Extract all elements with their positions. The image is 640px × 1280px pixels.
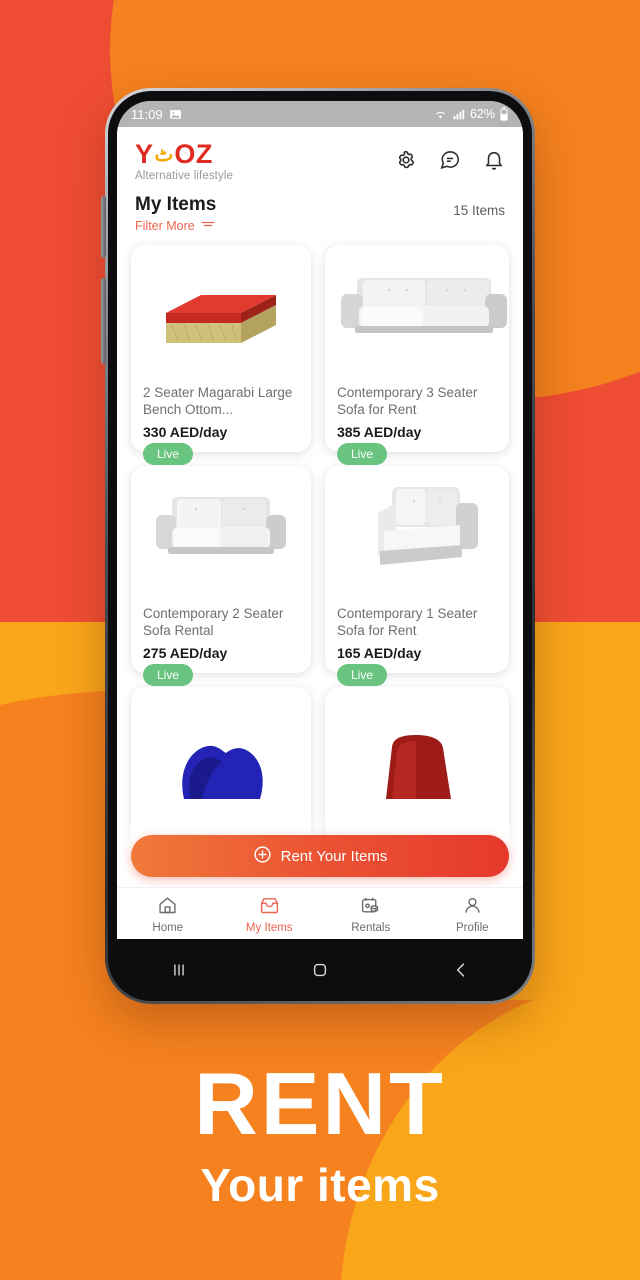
plus-circle-icon xyxy=(253,845,272,868)
items-grid: Live 2 Seater Magarabi Large Bench Ottom… xyxy=(117,237,523,879)
header-actions xyxy=(395,141,505,171)
item-card-body: Contemporary 3 Seater Sofa for Rent 385 … xyxy=(325,358,509,452)
status-badge: Live xyxy=(143,664,194,687)
nav-label-rentals: Rentals xyxy=(351,922,391,934)
inbox-icon xyxy=(259,895,280,919)
item-card[interactable]: Live Contemporary 2 Seater Sofa Rental 2… xyxy=(131,465,311,687)
item-title: Contemporary 2 Seater Sofa Rental xyxy=(143,605,284,639)
nav-item-my-items[interactable]: My Items xyxy=(219,895,321,934)
android-system-nav xyxy=(108,939,532,1001)
wifi-icon xyxy=(433,108,448,121)
rent-your-items-button[interactable]: Rent Your Items xyxy=(131,835,509,877)
item-card-body: Contemporary 1 Seater Sofa for Rent 165 … xyxy=(325,579,509,673)
item-card[interactable]: Live Contemporary 3 Seater Sofa for Rent… xyxy=(325,244,509,465)
calendar-coins-icon xyxy=(360,895,381,919)
item-card-body: 2 Seater Magarabi Large Bench Ottom... 3… xyxy=(131,358,311,452)
item-count-label: 15 Items xyxy=(453,203,505,218)
status-badge: Live xyxy=(337,442,388,465)
filter-more-label: Filter More xyxy=(135,218,195,233)
item-card[interactable]: Live Contemporary 1 Seater Sofa for Rent… xyxy=(325,465,509,687)
item-image-3-seater-sofa xyxy=(325,245,509,358)
back-button[interactable] xyxy=(426,950,496,990)
item-image-bench-ottoman xyxy=(131,245,311,358)
battery-icon xyxy=(499,107,509,121)
filter-more-button[interactable]: Filter More xyxy=(135,219,216,233)
phone-screen-bezel: 11:09 62% Y ٹ OZ Alternative lifestyle M… xyxy=(108,91,532,1001)
nav-label-home: Home xyxy=(152,922,184,934)
volume-up-button[interactable] xyxy=(101,196,106,258)
bottom-navigation: Home My Items Rentals Profile xyxy=(117,887,523,941)
item-price: 330 AED/day xyxy=(143,423,228,440)
promo-subheadline: Your items xyxy=(200,1158,440,1211)
item-price: 165 AED/day xyxy=(337,645,422,662)
item-title: Contemporary 1 Seater Sofa for Rent xyxy=(337,605,478,639)
app-logo[interactable]: Y ٹ OZ Alternative lifestyle xyxy=(135,141,233,183)
recents-button[interactable] xyxy=(144,950,214,990)
item-image-2-seater-sofa xyxy=(131,466,311,579)
promo-headline: RENT xyxy=(194,1054,446,1153)
logo-letter-y: Y xyxy=(135,139,154,169)
item-title: Contemporary 3 Seater Sofa for Rent xyxy=(337,384,478,418)
item-image-1-seater-armchair xyxy=(325,466,509,579)
item-image-red-armchair xyxy=(325,687,509,800)
phone-mockup: 11:09 62% Y ٹ OZ Alternative lifestyle M… xyxy=(101,88,535,1004)
person-icon xyxy=(462,895,483,919)
status-badge: Live xyxy=(337,664,388,687)
status-badge: Live xyxy=(143,442,194,465)
settings-icon[interactable] xyxy=(395,149,417,171)
nav-label-my-items: My Items xyxy=(245,922,293,934)
swirl-ornament-icon: ٹ xyxy=(154,143,174,166)
nav-item-home[interactable]: Home xyxy=(117,895,219,934)
app-screen: 11:09 62% Y ٹ OZ Alternative lifestyle M… xyxy=(117,101,523,941)
nav-item-rentals[interactable]: Rentals xyxy=(320,895,422,934)
status-bar-time: 11:09 xyxy=(131,106,163,122)
status-bar: 11:09 62% xyxy=(117,101,523,127)
cta-container: Rent Your Items xyxy=(117,835,523,887)
home-button[interactable] xyxy=(285,950,355,990)
item-price: 275 AED/day xyxy=(143,645,228,662)
bell-icon[interactable] xyxy=(483,149,505,171)
item-price: 385 AED/day xyxy=(337,423,422,440)
section-header: My Items Filter More 15 Items xyxy=(117,188,523,237)
volume-down-button[interactable] xyxy=(101,278,106,364)
item-card-body: Contemporary 2 Seater Sofa Rental 275 AE… xyxy=(131,579,311,673)
nav-label-profile: Profile xyxy=(455,922,489,934)
logo-letters-oz: OZ xyxy=(174,139,213,169)
logo-tagline: Alternative lifestyle xyxy=(135,170,233,182)
items-scroll-area[interactable]: Live 2 Seater Magarabi Large Bench Ottom… xyxy=(117,236,523,887)
item-card[interactable]: Live 2 Seater Magarabi Large Bench Ottom… xyxy=(131,244,311,465)
nav-item-profile[interactable]: Profile xyxy=(422,895,524,934)
page-title: My Items xyxy=(135,194,217,215)
logo-wordmark: Y ٹ OZ xyxy=(135,141,233,168)
image-icon xyxy=(169,108,182,121)
promo-text: RENT Your items xyxy=(0,1054,640,1212)
app-header: Y ٹ OZ Alternative lifestyle xyxy=(117,127,523,188)
battery-percent-label: 62% xyxy=(469,107,495,121)
home-icon xyxy=(157,895,178,919)
signal-bars-icon xyxy=(452,108,466,121)
rent-your-items-label: Rent Your Items xyxy=(280,847,388,865)
item-title: 2 Seater Magarabi Large Bench Ottom... xyxy=(143,384,293,418)
filter-icon xyxy=(201,219,215,233)
item-image-blue-bean-bag xyxy=(131,687,311,800)
chat-icon[interactable] xyxy=(439,149,461,171)
